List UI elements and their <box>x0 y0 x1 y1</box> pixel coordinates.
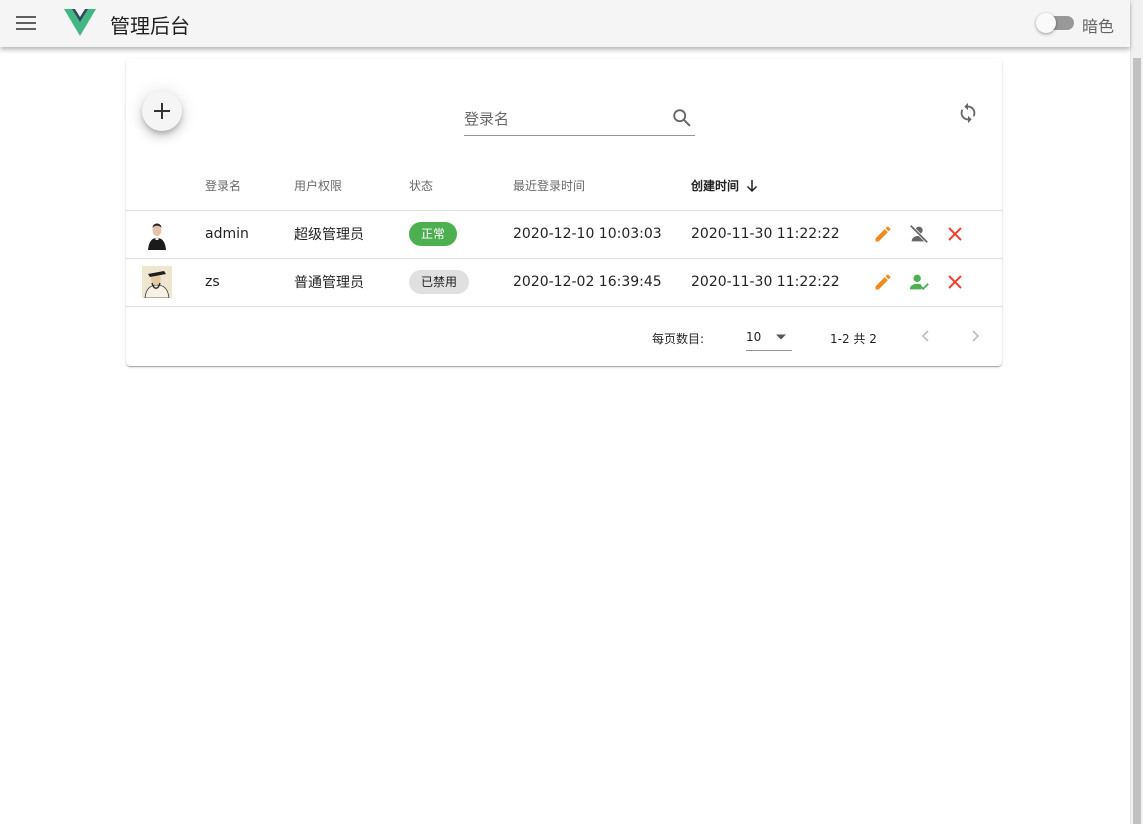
user-table-card: 登录名 用户权限 状态 最近登录时间 创建时间 <box>126 59 1002 366</box>
avatar-cell <box>126 258 205 307</box>
last-login-cell: 2020-12-02 16:39:45 <box>513 258 691 307</box>
chevron-left-icon <box>921 330 929 342</box>
search-input[interactable] <box>464 107 664 131</box>
chevron-right-icon <box>972 330 980 342</box>
login-name-cell: admin <box>205 210 294 259</box>
account-off-icon <box>909 224 929 244</box>
search-field[interactable] <box>464 105 695 136</box>
header-status[interactable]: 状态 <box>401 161 513 211</box>
rows-per-page-select[interactable]: 10 <box>746 323 792 351</box>
pencil-icon <box>875 226 891 242</box>
menu-icon[interactable] <box>12 9 40 37</box>
header-created-label: 创建时间 <box>691 178 740 193</box>
table-row: zs 普通管理员 已禁用 2020-12-02 16:39:45 2020-11… <box>126 258 1002 307</box>
rows-per-page-value: 10 <box>746 330 762 344</box>
close-icon <box>948 275 962 289</box>
header-login-name[interactable]: 登录名 <box>205 161 294 211</box>
avatar-cell <box>126 210 205 259</box>
next-page-button[interactable] <box>963 324 987 348</box>
caret-down-icon <box>776 334 786 340</box>
close-icon <box>948 227 962 241</box>
header-last-login[interactable]: 最近登录时间 <box>513 161 691 211</box>
status-badge: 已禁用 <box>409 270 470 294</box>
arrow-down-icon <box>747 179 758 192</box>
dark-mode-label: 暗色 <box>1082 17 1115 36</box>
table-footer: 每页数目: 10 1-2 共 2 <box>126 316 1002 366</box>
header-role[interactable]: 用户权限 <box>294 161 401 211</box>
refresh-icon <box>960 102 976 124</box>
header-created[interactable]: 创建时间 <box>691 161 867 211</box>
status-badge: 正常 <box>409 222 458 246</box>
refresh-button[interactable] <box>954 99 982 127</box>
disable-user-button[interactable] <box>907 222 931 246</box>
table-row: admin 超级管理员 正常 2020-12-10 10:03:03 2020-… <box>126 210 1002 259</box>
plus-icon <box>154 103 170 119</box>
last-login-cell: 2020-12-10 10:03:03 <box>513 210 691 259</box>
role-cell: 普通管理员 <box>294 258 401 307</box>
dark-mode-switch[interactable] <box>1036 13 1076 33</box>
login-name-cell: zs <box>205 258 294 307</box>
role-cell: 超级管理员 <box>294 210 401 259</box>
page-scrollbar[interactable] <box>1130 0 1143 824</box>
enable-user-button[interactable] <box>907 270 931 294</box>
edit-button[interactable] <box>871 222 895 246</box>
user-table: 登录名 用户权限 状态 最近登录时间 创建时间 admin 超级管理员 正常 2… <box>126 161 1002 307</box>
created-cell: 2020-11-30 11:22:22 <box>691 258 867 307</box>
app-title: 管理后台 <box>110 14 190 38</box>
header-avatar <box>126 161 205 211</box>
app-bar: 管理后台 暗色 <box>0 0 1130 47</box>
status-cell: 正常 <box>401 210 513 259</box>
pencil-icon <box>875 274 891 290</box>
avatar <box>142 266 172 298</box>
rows-per-page-label: 每页数目: <box>652 332 705 346</box>
created-cell: 2020-11-30 11:22:22 <box>691 210 867 259</box>
search-icon[interactable] <box>671 107 693 129</box>
add-user-button[interactable] <box>142 91 182 131</box>
avatar <box>142 218 172 250</box>
edit-button[interactable] <box>871 270 895 294</box>
delete-button[interactable] <box>943 222 967 246</box>
prev-page-button[interactable] <box>914 324 938 348</box>
actions-cell <box>867 210 1002 259</box>
header-actions <box>867 161 1002 211</box>
actions-cell <box>867 258 1002 307</box>
status-cell: 已禁用 <box>401 258 513 307</box>
vue-logo-icon <box>64 9 96 37</box>
account-check-icon <box>909 274 929 291</box>
table-header-row: 登录名 用户权限 状态 最近登录时间 创建时间 <box>126 161 1002 211</box>
pagination-range: 1-2 共 2 <box>830 332 877 346</box>
delete-button[interactable] <box>943 270 967 294</box>
